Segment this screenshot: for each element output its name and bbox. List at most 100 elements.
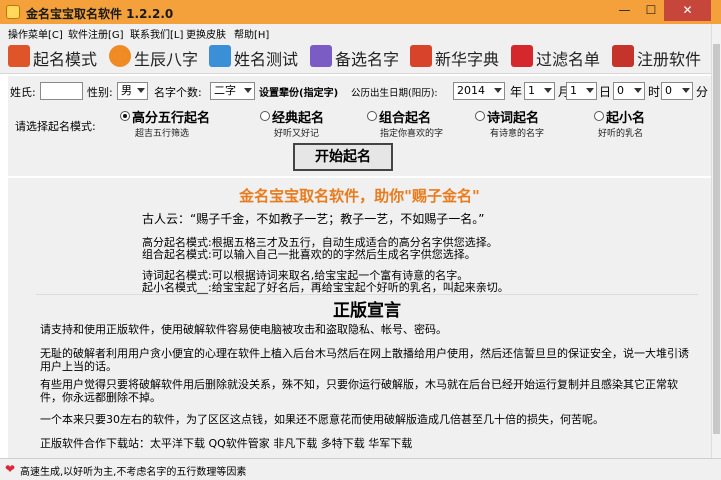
mode-combo-title[interactable]: 组合起名 (379, 107, 431, 126)
window-title: 金名宝宝取名软件 1.2.2.0 (26, 7, 174, 21)
heart-icon: ❤ (5, 462, 16, 476)
day-unit: 日 (599, 85, 612, 99)
name-count-dropdown-icon (244, 88, 252, 93)
surname-select[interactable] (40, 82, 83, 100)
desc-nickname: 起小名模式__:给宝宝起了好名后，再给宝宝起个好听的乳名，叫起来亲切。 (142, 281, 509, 294)
tool-register-label: 注册软件 (637, 50, 702, 69)
tool-candidate-names[interactable]: 备选名字 (310, 43, 402, 71)
birth-month-select[interactable]: 1 (524, 82, 555, 100)
surname-label: 姓氏: (10, 86, 36, 99)
toolbar: 起名模式 生辰八字 姓名测试 备选名字 新华字典 过滤名单 注册软件 (0, 40, 721, 74)
year-dropdown-icon (494, 88, 502, 93)
tool-filter-list[interactable]: 过滤名单 (511, 43, 603, 71)
tool-dictionary-label: 新华字典 (435, 50, 500, 69)
menu-skin[interactable]: 更换皮肤 (186, 26, 226, 41)
minute-dropdown-icon (682, 88, 690, 93)
app-icon (6, 5, 20, 19)
title-bar[interactable]: 金名宝宝取名软件 1.2.2.0 — ☐ ✕ (0, 0, 721, 24)
name-count-select[interactable]: 二字 (210, 82, 255, 100)
start-naming-button[interactable]: 开始起名 (293, 143, 393, 171)
ancient-quote: 古人云：“赐子千金，不如教子一艺；教子一艺，不如赐子一名。” (142, 212, 485, 226)
name-mode-icon (8, 45, 30, 67)
birth-day-select[interactable]: 1 (566, 82, 597, 100)
tool-name-test[interactable]: 姓名测试 (209, 43, 301, 71)
name-count-value: 二字 (214, 84, 236, 97)
mode-poetry-title[interactable]: 诗词起名 (487, 107, 539, 126)
minute-unit: 分 (696, 85, 709, 99)
gender-label: 性别: (87, 86, 113, 99)
tool-candidate-names-label: 备选名字 (335, 50, 400, 69)
month-dropdown-icon (544, 88, 552, 93)
birth-hour-select[interactable]: 0 (613, 82, 645, 100)
birth-minute-select[interactable]: 0 (661, 82, 693, 100)
menu-bar: 操作菜单[C] 软件注册[G] 联系我们[L] 更换皮肤 帮助[H] (0, 24, 721, 41)
gender-select[interactable]: 男 (117, 82, 148, 100)
mode-prompt: 请选择起名模式: (15, 120, 96, 133)
mode-combo-desc: 指定你喜欢的字 (380, 129, 444, 139)
vertical-scrollbar[interactable] (711, 24, 721, 458)
clock-icon (109, 45, 131, 67)
birth-hour-value: 0 (617, 84, 624, 97)
slogan: 金名宝宝取名软件，助你"赐子金名" (239, 187, 480, 205)
info-panel: 金名宝宝取名软件，助你"赐子金名" 古人云：“赐子千金，不如教子一艺；教子一艺，… (8, 178, 711, 458)
close-icon: ✕ (682, 3, 693, 17)
radio-classic[interactable] (260, 111, 270, 121)
notice-title: 正版宣言 (333, 301, 401, 321)
genuine-notice: 正版宣言 请支持和使用正版软件，使用破解软件容易使电脑被攻击和盗取隐私、帐号、密… (36, 294, 698, 454)
menu-help[interactable]: 帮助[H] (234, 26, 269, 41)
tool-birth-eight[interactable]: 生辰八字 (109, 43, 201, 71)
notice-paragraph-3: 有些用户觉得只要将破解软件用后删除就没关系，殊不知，只要你运行破解版，木马就在后… (40, 378, 678, 404)
scrollbar-thumb[interactable] (713, 44, 720, 434)
gender-value: 男 (121, 84, 132, 97)
mode-nickname-desc: 好听的乳名 (598, 129, 644, 139)
name-test-icon (209, 45, 231, 67)
maximize-icon: ☐ (645, 3, 657, 17)
register-icon (612, 45, 634, 67)
name-count-label: 名字个数: (154, 86, 202, 99)
close-button[interactable]: ✕ (664, 0, 711, 21)
desc-combo: 组合起名模式:可以输入自己一批喜欢的的字然后生成名字供您选择。 (142, 248, 476, 261)
tool-name-mode[interactable]: 起名模式 (8, 43, 100, 71)
dictionary-icon (410, 45, 432, 67)
mode-nickname-title[interactable]: 起小名 (606, 107, 645, 126)
birth-day-value: 1 (570, 84, 577, 97)
tool-register[interactable]: 注册软件 (612, 43, 708, 71)
radio-poetry[interactable] (475, 111, 485, 121)
status-bar: ❤ 高速生成,以好听为主,不考虑名字的五行数理等因素 (0, 458, 721, 480)
mode-high-score-desc: 超吉五行筛选 (135, 129, 190, 139)
birth-date-label: 公历出生日期(阳历): (351, 88, 438, 99)
birth-month-value: 1 (528, 84, 535, 97)
minimize-icon: — (618, 3, 631, 17)
year-unit: 年 (510, 85, 523, 99)
mode-high-score-title[interactable]: 高分五行起名 (132, 107, 210, 126)
day-dropdown-icon (586, 88, 594, 93)
form-panel: 姓氏: 性别: 男 名字个数: 二字 设置辈份(指定字) 公历出生日期(阳历):… (8, 76, 711, 176)
calendar-icon (310, 45, 332, 67)
radio-nickname[interactable] (594, 111, 604, 121)
maximize-button[interactable]: ☐ (638, 0, 664, 21)
mode-poetry-desc: 有诗意的名字 (490, 129, 545, 139)
tool-name-mode-label: 起名模式 (33, 50, 98, 69)
radio-combo[interactable] (367, 111, 377, 121)
tool-name-test-label: 姓名测试 (234, 50, 299, 69)
menu-register[interactable]: 软件注册[G] (68, 26, 124, 41)
notice-paragraph-2: 无耻的破解者利用用户贪小便宜的心理在软件上植入后台木马然后在网上散播给用户使用，… (40, 347, 689, 373)
tool-filter-list-label: 过滤名单 (536, 50, 601, 69)
hour-dropdown-icon (634, 88, 642, 93)
mode-classic-title[interactable]: 经典起名 (272, 107, 324, 126)
mode-classic-desc: 好听又好记 (274, 129, 320, 139)
menu-operation[interactable]: 操作菜单[C] (8, 26, 63, 41)
birth-year-select[interactable]: 2014 (453, 82, 505, 100)
download-sites: 正版软件合作下载站：太平洋下载 QQ软件管家 非凡下载 多特下载 华军下载 (40, 437, 413, 450)
set-generation-link[interactable]: 设置辈份(指定字) (259, 84, 338, 99)
menu-contact[interactable]: 联系我们[L] (130, 26, 183, 41)
birth-minute-value: 0 (665, 84, 672, 97)
tool-dictionary[interactable]: 新华字典 (410, 43, 502, 71)
birth-year-value: 2014 (457, 84, 485, 97)
radio-high-score[interactable] (120, 111, 130, 121)
filter-x-icon (511, 45, 533, 67)
minimize-button[interactable]: — (611, 0, 638, 21)
status-text: 高速生成,以好听为主,不考虑名字的五行数理等因素 (20, 467, 247, 478)
tool-birth-eight-label: 生辰八字 (134, 50, 199, 69)
gender-dropdown-icon (137, 88, 145, 93)
